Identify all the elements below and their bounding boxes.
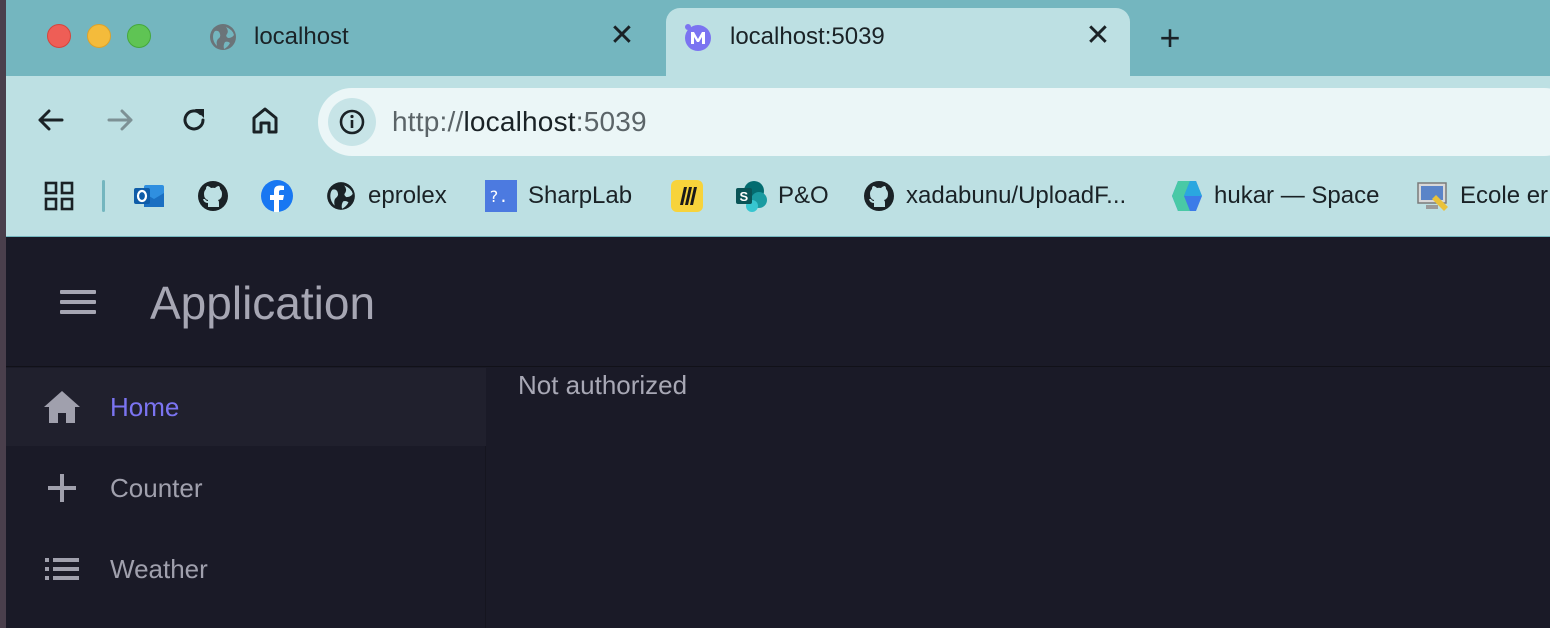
bookmark-label: eprolex <box>368 182 447 209</box>
back-button[interactable] <box>30 100 70 140</box>
bookmark-ecole[interactable]: Ecole er <box>1416 176 1548 216</box>
list-icon <box>40 547 84 591</box>
github-icon <box>862 179 896 213</box>
bookmark-label: SharpLab <box>528 182 633 209</box>
nav-drawer: Home Counter Weather <box>6 368 486 628</box>
app-page: Application Home Counter Weather Not aut… <box>6 237 1550 628</box>
bookmarks-bar: eprolex ?. SharpLab S P&O xadabunu/Uploa… <box>6 172 1550 220</box>
bookmark-outlook[interactable] <box>132 176 166 216</box>
bookmark-github[interactable] <box>196 176 230 216</box>
bookmark-xadabunu-github[interactable]: xadabunu/UploadF... <box>862 176 1126 216</box>
globe-icon <box>208 22 238 52</box>
svg-text:?.: ?. <box>489 187 508 206</box>
nav-item-counter[interactable]: Counter <box>6 449 486 527</box>
new-tab-button[interactable]: + <box>1150 18 1190 58</box>
menu-toggle-button[interactable] <box>56 285 100 319</box>
miro-icon <box>670 179 704 213</box>
github-icon <box>196 179 230 213</box>
reload-icon <box>183 109 205 131</box>
menu-icon <box>60 290 96 294</box>
apps-button[interactable] <box>42 176 76 216</box>
globe-icon <box>324 179 358 213</box>
app-title: Application <box>150 277 376 329</box>
browser-toolbar: http://localhost:5039 eprolex ?. SharpLa… <box>6 76 1550 236</box>
maximize-window-button[interactable] <box>127 24 151 48</box>
not-authorized-message: Not authorized <box>518 370 688 400</box>
bookmark-p-and-o[interactable]: S P&O <box>734 176 829 216</box>
home-outline-icon <box>252 107 278 134</box>
plus-icon <box>40 466 84 510</box>
nav-item-weather[interactable]: Weather <box>6 530 486 608</box>
address-bar[interactable]: http://localhost:5039 <box>318 88 1550 156</box>
site-info-button[interactable] <box>328 98 376 146</box>
minimize-window-button[interactable] <box>87 24 111 48</box>
url-port: :5039 <box>575 106 647 137</box>
monitor-icon <box>1416 179 1450 213</box>
main-content: Not authorized <box>487 368 1550 628</box>
url-scheme: http:// <box>392 106 464 137</box>
bookmark-label: hukar — Space <box>1214 182 1380 209</box>
outlook-icon <box>132 179 166 213</box>
nav-item-home[interactable]: Home <box>6 368 486 446</box>
close-window-button[interactable] <box>47 24 71 48</box>
menu-icon <box>60 300 96 304</box>
bookmark-label: Ecole er <box>1460 182 1549 209</box>
reload-button[interactable] <box>174 100 214 140</box>
tab-title: localhost <box>254 23 349 50</box>
nav-label: Home <box>110 391 180 422</box>
tab-strip: localhost ✕ localhost:5039 ✕ + <box>6 0 1550 76</box>
bookmark-eprolex[interactable]: eprolex <box>324 176 447 216</box>
bookmark-hukar-space[interactable]: hukar — Space <box>1170 176 1379 216</box>
nav-label: Counter <box>110 472 203 503</box>
close-tab-icon[interactable]: ✕ <box>606 20 638 52</box>
sharplab-icon: ?. <box>484 179 518 213</box>
home-button[interactable] <box>245 100 285 140</box>
app-bar: Application <box>6 237 1550 367</box>
tab-localhost-5039[interactable]: localhost:5039 ✕ <box>666 8 1130 76</box>
menu-icon <box>60 310 96 314</box>
bookmark-label: P&O <box>778 182 829 209</box>
mudblazor-icon <box>682 22 712 52</box>
forward-button[interactable] <box>101 100 141 140</box>
arrow-left-icon <box>38 109 64 131</box>
tab-title: localhost:5039 <box>730 23 885 50</box>
facebook-icon <box>260 179 294 213</box>
bookmark-sharplab[interactable]: ?. SharpLab <box>484 176 632 216</box>
svg-text:S: S <box>740 189 749 204</box>
browser-window: localhost ✕ localhost:5039 ✕ + http://lo… <box>6 0 1550 628</box>
url-text: http://localhost:5039 <box>392 106 647 138</box>
info-icon <box>339 109 365 135</box>
bookmarks-separator <box>102 180 105 212</box>
url-host: localhost <box>463 106 576 137</box>
tab-localhost[interactable]: localhost ✕ <box>196 8 646 76</box>
apps-grid-icon <box>42 179 76 213</box>
home-icon <box>40 385 84 429</box>
arrow-right-icon <box>107 109 133 131</box>
space-icon <box>1170 179 1204 213</box>
nav-label: Weather <box>110 553 208 584</box>
bookmark-miro[interactable] <box>670 176 704 216</box>
sharepoint-icon: S <box>734 179 768 213</box>
bookmark-label: xadabunu/UploadF... <box>906 182 1127 209</box>
bookmark-facebook[interactable] <box>260 176 294 216</box>
close-tab-icon[interactable]: ✕ <box>1082 20 1114 52</box>
